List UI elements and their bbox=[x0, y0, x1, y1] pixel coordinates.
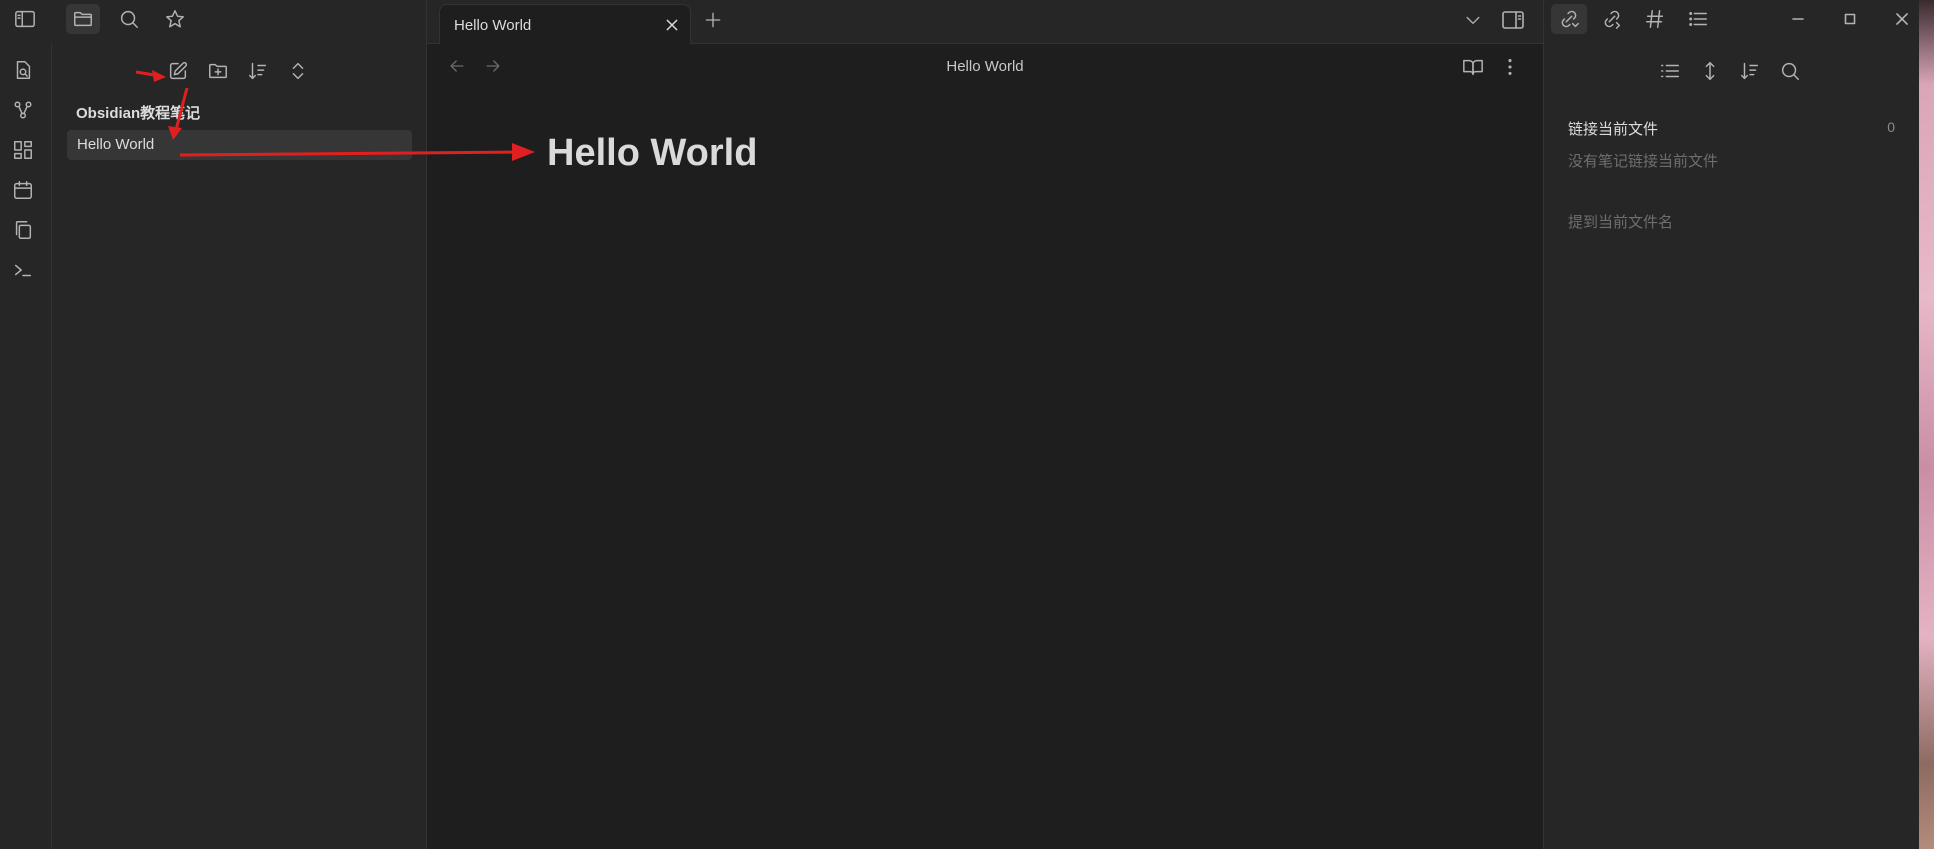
right-titlebar bbox=[1543, 0, 1919, 44]
list-icon bbox=[1659, 60, 1681, 82]
search-tab-button[interactable] bbox=[112, 4, 146, 34]
tags-tab-button[interactable] bbox=[1637, 4, 1673, 34]
new-note-button[interactable] bbox=[164, 58, 192, 84]
sidebar-right-icon[interactable] bbox=[1501, 8, 1525, 32]
outgoing-links-icon bbox=[1601, 8, 1623, 30]
show-more-context-button[interactable] bbox=[1696, 58, 1724, 84]
linked-mentions-title[interactable]: 链接当前文件 bbox=[1568, 118, 1658, 139]
collapse-results-button[interactable] bbox=[1656, 58, 1684, 84]
tab-hello-world[interactable]: Hello World bbox=[439, 4, 691, 45]
close-icon[interactable] bbox=[664, 17, 680, 33]
minimize-icon[interactable] bbox=[1783, 8, 1813, 30]
collapse-all-button[interactable] bbox=[284, 58, 312, 84]
plus-icon[interactable] bbox=[703, 10, 723, 30]
copy-icon[interactable] bbox=[11, 218, 35, 242]
unlinked-mentions-title[interactable]: 提到当前文件名 bbox=[1568, 211, 1673, 232]
maximize-icon[interactable] bbox=[1835, 8, 1865, 30]
outline-tab-button[interactable] bbox=[1680, 4, 1716, 34]
backlinks-tab-button[interactable] bbox=[1551, 4, 1587, 34]
backlinks-search-button[interactable] bbox=[1776, 58, 1804, 84]
outline-icon bbox=[1687, 8, 1709, 30]
window-close-icon[interactable] bbox=[1887, 8, 1917, 30]
expand-vertical-icon bbox=[1699, 60, 1721, 82]
folder-icon bbox=[72, 8, 94, 30]
sort-button[interactable] bbox=[244, 58, 272, 84]
file-item[interactable]: Hello World bbox=[67, 130, 412, 160]
collapse-icon bbox=[287, 60, 309, 82]
sidebar-left-icon[interactable] bbox=[8, 4, 42, 34]
book-open-icon[interactable] bbox=[1462, 56, 1484, 78]
new-note-icon bbox=[167, 60, 189, 82]
search-icon bbox=[118, 8, 140, 30]
sort-icon bbox=[247, 60, 269, 82]
ribbon bbox=[0, 44, 52, 849]
file-item-label: Hello World bbox=[77, 136, 155, 153]
note-heading[interactable]: Hello World bbox=[547, 132, 757, 175]
chevron-down-icon[interactable] bbox=[1463, 10, 1483, 30]
editor-pane: Hello World Hello World bbox=[427, 44, 1543, 849]
file-explorer: Obsidian教程笔记 Hello World bbox=[52, 44, 427, 849]
desktop-wallpaper bbox=[1919, 0, 1934, 849]
tag-icon bbox=[1644, 8, 1666, 30]
new-folder-button[interactable] bbox=[204, 58, 232, 84]
vault-folder-title[interactable]: Obsidian教程笔记 bbox=[76, 102, 200, 123]
canvas-icon[interactable] bbox=[11, 138, 35, 162]
search-icon bbox=[1779, 60, 1801, 82]
sort-icon bbox=[1739, 60, 1761, 82]
view-header-title[interactable]: Hello World bbox=[427, 58, 1543, 75]
more-vertical-icon[interactable] bbox=[1499, 56, 1521, 78]
left-titlebar bbox=[0, 0, 427, 44]
outgoing-links-tab-button[interactable] bbox=[1594, 4, 1630, 34]
tab-bar: Hello World bbox=[427, 0, 1543, 45]
files-tab-button[interactable] bbox=[66, 4, 100, 34]
linked-mentions-count: 0 bbox=[1887, 119, 1895, 135]
calendar-icon[interactable] bbox=[11, 178, 35, 202]
new-folder-icon bbox=[207, 60, 229, 82]
linked-mentions-empty: 没有笔记链接当前文件 bbox=[1568, 153, 1719, 170]
graph-icon[interactable] bbox=[11, 98, 35, 122]
tab-title: Hello World bbox=[454, 17, 532, 34]
backlinks-icon bbox=[1558, 8, 1580, 30]
backlinks-panel: 链接当前文件 0 没有笔记链接当前文件 提到当前文件名 bbox=[1543, 44, 1919, 849]
bookmark-star-icon bbox=[164, 8, 186, 30]
backlinks-sort-button[interactable] bbox=[1736, 58, 1764, 84]
quick-switcher-icon[interactable] bbox=[11, 58, 35, 82]
bookmarks-tab-button[interactable] bbox=[158, 4, 192, 34]
terminal-icon[interactable] bbox=[11, 258, 35, 282]
